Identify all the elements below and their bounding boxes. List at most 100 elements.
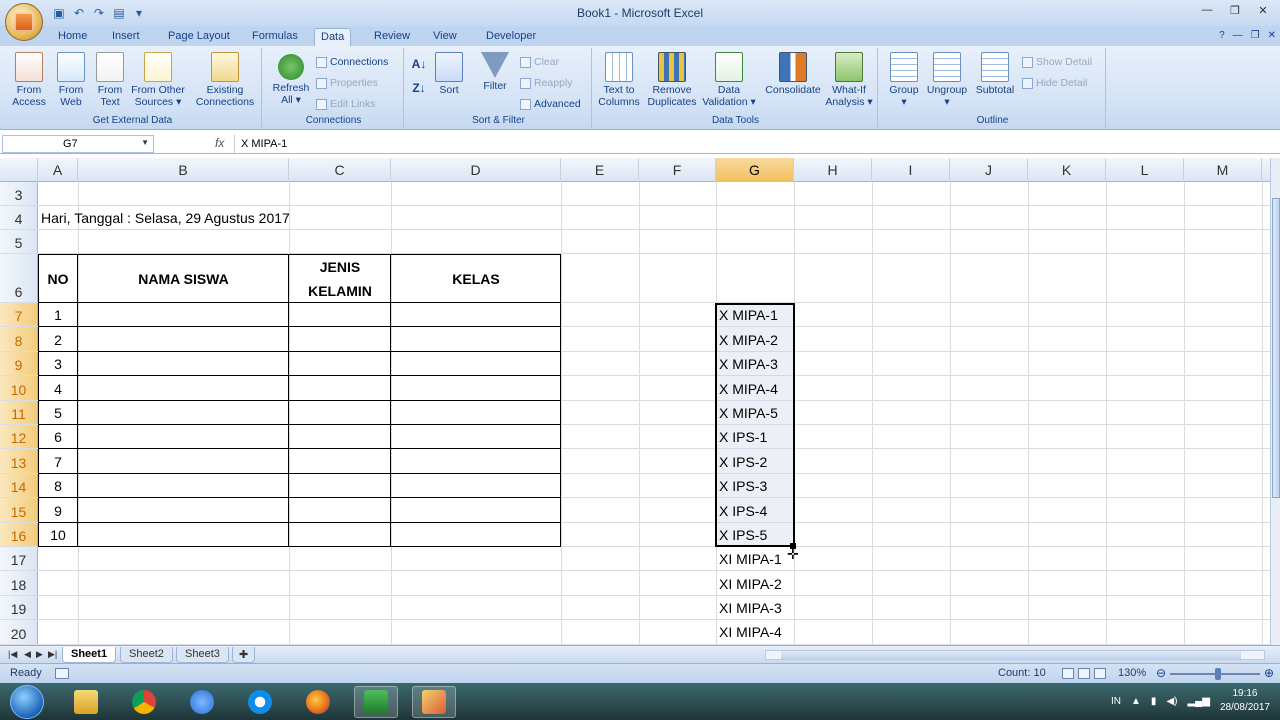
zoom-level[interactable]: 130% xyxy=(1118,667,1146,679)
column-header-d[interactable]: D xyxy=(391,158,561,182)
normal-view-icon[interactable] xyxy=(1062,668,1074,679)
row-header[interactable]: 11 xyxy=(0,401,38,424)
filter-button[interactable]: Filter xyxy=(478,52,512,92)
restore-workbook-icon[interactable]: ❐ xyxy=(1251,30,1260,41)
page-layout-view-icon[interactable] xyxy=(1078,668,1090,679)
kelas-list-cell[interactable]: X MIPA-1 xyxy=(719,307,778,323)
zoom-slider-knob[interactable] xyxy=(1215,668,1221,680)
battery-icon[interactable]: ▮ xyxy=(1151,696,1157,707)
horizontal-scrollbar[interactable] xyxy=(765,650,1265,660)
row-header[interactable]: 7 xyxy=(0,303,38,326)
text-to-columns-button[interactable]: Text to Columns xyxy=(596,52,642,108)
ungroup-button[interactable]: Ungroup ▾ xyxy=(924,52,970,108)
last-sheet-icon[interactable]: ▶| xyxy=(48,649,57,660)
row-header[interactable]: 9 xyxy=(0,352,38,375)
sheet-tab-sheet1[interactable]: Sheet1 xyxy=(62,647,117,663)
no-cell[interactable]: 3 xyxy=(38,356,78,372)
start-button[interactable] xyxy=(10,685,44,719)
no-cell[interactable]: 5 xyxy=(38,405,78,421)
taskbar-chrome[interactable] xyxy=(122,686,166,718)
reapply-button[interactable]: Reapply xyxy=(520,77,573,89)
column-header-h[interactable]: H xyxy=(794,158,872,182)
column-header-f[interactable]: F xyxy=(639,158,716,182)
scroll-thumb[interactable] xyxy=(1272,198,1280,498)
restore-button[interactable]: ❐ xyxy=(1222,2,1248,18)
taskbar-teamviewer[interactable] xyxy=(238,686,282,718)
show-hidden-icons-icon[interactable]: ▲ xyxy=(1131,696,1141,707)
no-cell[interactable]: 6 xyxy=(38,429,78,445)
select-all-corner[interactable] xyxy=(0,158,38,182)
tab-view[interactable]: View xyxy=(427,28,463,46)
header-kelas[interactable]: KELAS xyxy=(391,271,561,287)
kelas-list-cell[interactable]: X IPS-4 xyxy=(719,503,767,519)
no-cell[interactable]: 10 xyxy=(38,527,78,543)
advanced-button[interactable]: Advanced xyxy=(520,98,581,110)
no-cell[interactable]: 8 xyxy=(38,478,78,494)
from-access-button[interactable]: From Access xyxy=(10,52,48,108)
row-header[interactable]: 12 xyxy=(0,425,38,448)
help-icon[interactable]: ? xyxy=(1219,30,1225,41)
subtotal-button[interactable]: Subtotal xyxy=(972,52,1018,96)
data-validation-button[interactable]: Data Validation ▾ xyxy=(700,52,758,108)
scroll-thumb[interactable] xyxy=(781,651,1241,659)
tab-formulas[interactable]: Formulas xyxy=(246,28,304,46)
header-no[interactable]: NO xyxy=(38,271,78,287)
zoom-in-icon[interactable]: ⊕ xyxy=(1264,666,1274,680)
tab-review[interactable]: Review xyxy=(368,28,416,46)
column-header-c[interactable]: C xyxy=(289,158,391,182)
row-header[interactable]: 14 xyxy=(0,474,38,497)
vertical-scrollbar[interactable] xyxy=(1270,158,1280,645)
properties-button[interactable]: Properties xyxy=(316,77,378,89)
row-header[interactable]: 19 xyxy=(0,596,38,619)
taskbar-chrome-2[interactable] xyxy=(180,686,224,718)
kelas-list-cell[interactable]: X IPS-1 xyxy=(719,429,767,445)
page-break-view-icon[interactable] xyxy=(1094,668,1106,679)
refresh-all-button[interactable]: Refresh All ▾ xyxy=(268,54,314,106)
insert-sheet-icon[interactable]: ✚ xyxy=(232,647,256,663)
from-text-button[interactable]: From Text xyxy=(92,52,128,108)
sheet-tab-sheet3[interactable]: Sheet3 xyxy=(176,647,229,663)
taskbar-excel[interactable] xyxy=(354,686,398,718)
row-header[interactable]: 5 xyxy=(0,230,38,253)
tab-insert[interactable]: Insert xyxy=(106,28,146,46)
connections-button[interactable]: Connections xyxy=(316,56,388,68)
tab-data[interactable]: Data xyxy=(314,28,352,46)
column-header-k[interactable]: K xyxy=(1028,158,1106,182)
worksheet-grid[interactable]: A B C D E F G H I J K L M 3 4 5 6 7 8 9 … xyxy=(0,158,1270,645)
close-button[interactable]: ✕ xyxy=(1250,2,1276,18)
chevron-down-icon[interactable]: ▼ xyxy=(141,138,149,147)
row-header[interactable]: 10 xyxy=(0,376,38,400)
minimize-button[interactable]: — xyxy=(1194,2,1220,18)
kelas-list-cell[interactable]: XI MIPA-1 xyxy=(719,551,782,567)
kelas-list-cell[interactable]: X IPS-3 xyxy=(719,478,767,494)
row-header[interactable]: 3 xyxy=(0,182,38,205)
row-header[interactable]: 4 xyxy=(0,206,38,229)
taskbar-firefox[interactable] xyxy=(296,686,340,718)
tab-developer[interactable]: Developer xyxy=(480,28,542,46)
column-header-b[interactable]: B xyxy=(78,158,289,182)
first-sheet-icon[interactable]: |◀ xyxy=(8,649,17,660)
row-header[interactable]: 16 xyxy=(0,523,38,546)
kelas-list-cell[interactable]: XI MIPA-2 xyxy=(719,576,782,592)
column-header-e[interactable]: E xyxy=(561,158,639,182)
no-cell[interactable]: 9 xyxy=(38,503,78,519)
row-header[interactable]: 18 xyxy=(0,571,38,595)
what-if-analysis-button[interactable]: What-If Analysis ▾ xyxy=(824,52,874,108)
formula-input[interactable]: X MIPA-1 xyxy=(234,135,1274,153)
kelas-list-cell[interactable]: X MIPA-5 xyxy=(719,405,778,421)
no-cell[interactable]: 2 xyxy=(38,332,78,348)
kelas-list-cell[interactable]: X MIPA-4 xyxy=(719,381,778,397)
minimize-workbook-icon[interactable]: — xyxy=(1233,30,1243,41)
show-detail-button[interactable]: Show Detail xyxy=(1022,56,1092,68)
column-header-l[interactable]: L xyxy=(1106,158,1184,182)
clock[interactable]: 19:16 28/08/2017 xyxy=(1220,687,1270,715)
clear-button[interactable]: Clear xyxy=(520,56,559,68)
taskbar-explorer[interactable] xyxy=(64,686,108,718)
column-header-i[interactable]: I xyxy=(872,158,950,182)
row-header[interactable]: 8 xyxy=(0,327,38,351)
kelas-list-cell[interactable]: XI MIPA-4 xyxy=(719,624,782,640)
insert-function-icon[interactable]: fx xyxy=(215,136,224,150)
remove-duplicates-button[interactable]: Remove Duplicates xyxy=(644,52,700,108)
tab-page-layout[interactable]: Page Layout xyxy=(162,28,236,46)
close-workbook-icon[interactable]: ✕ xyxy=(1268,30,1276,41)
